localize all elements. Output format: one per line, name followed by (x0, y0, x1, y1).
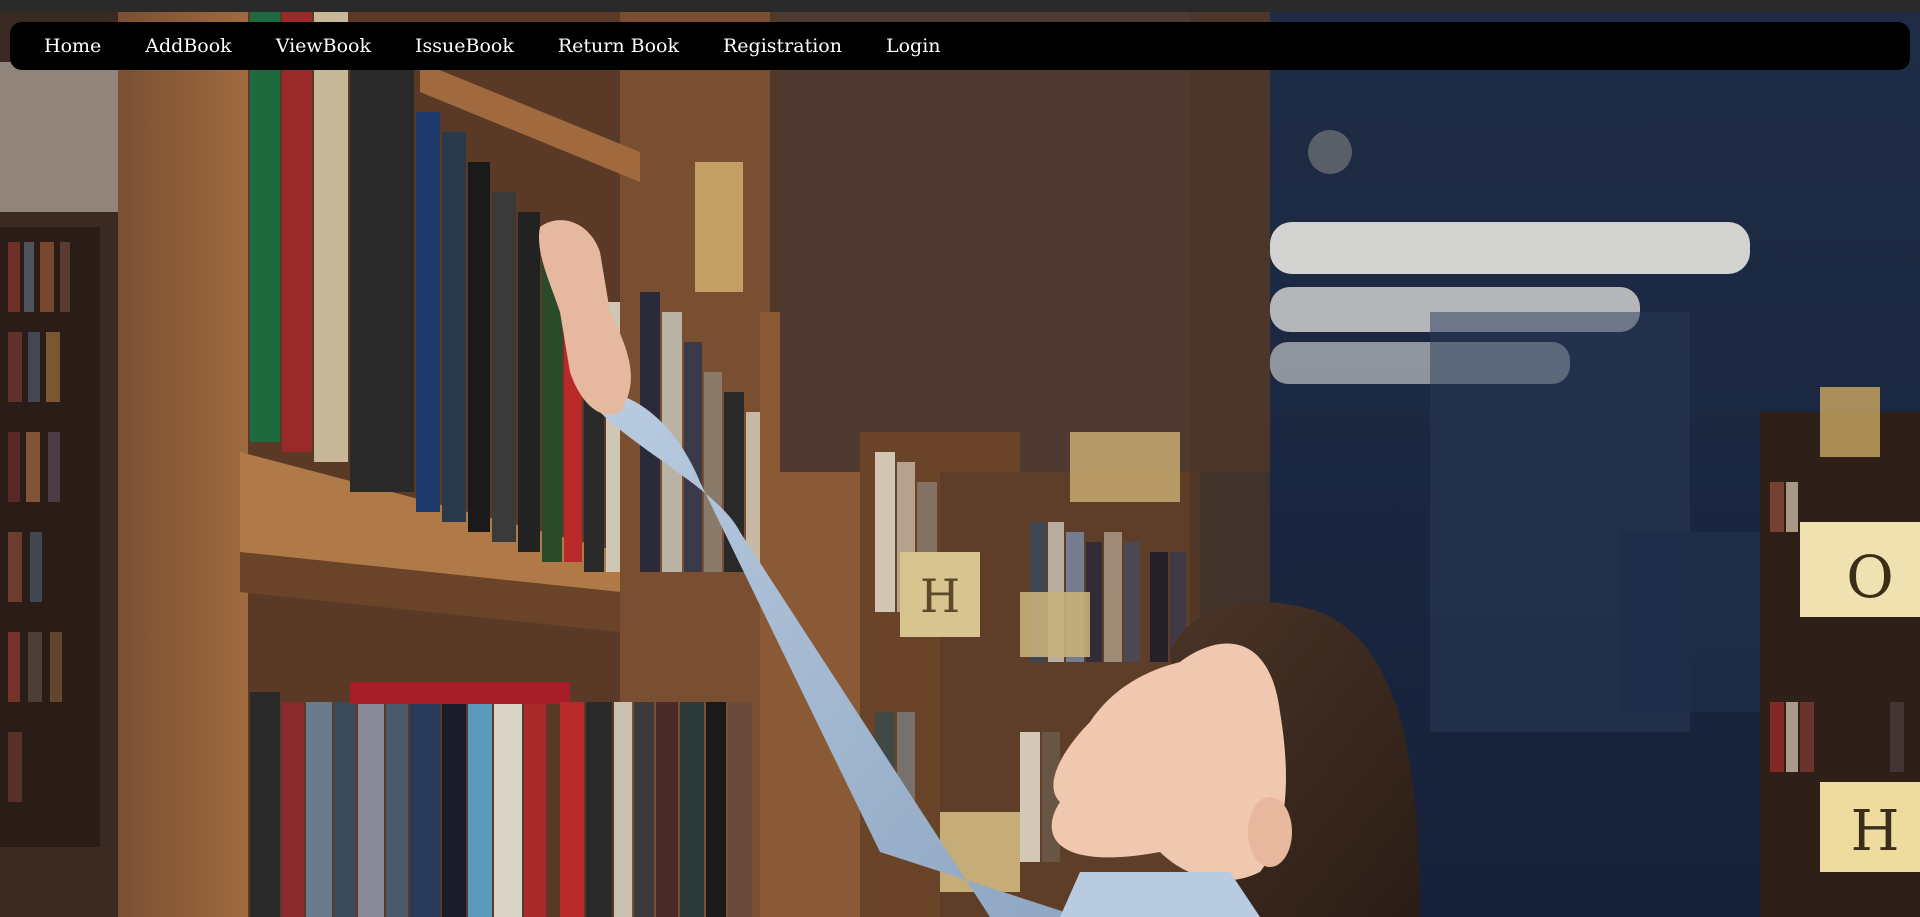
nav-viewbook[interactable]: ViewBook (276, 35, 371, 57)
nav-home[interactable]: Home (44, 35, 101, 57)
main-navbar: Home AddBook ViewBook IssueBook Return B… (10, 22, 1910, 70)
shelf-sign-h: H (1851, 799, 1900, 864)
shelf-sign-o: O (1846, 543, 1894, 611)
svg-text:H: H (920, 569, 960, 623)
hero-background-image: H O H (0, 12, 1920, 917)
nav-addbook[interactable]: AddBook (145, 35, 231, 57)
nav-login[interactable]: Login (886, 35, 941, 57)
library-photo: H O H (0, 12, 1920, 917)
nav-return-book[interactable]: Return Book (558, 35, 679, 57)
nav-registration[interactable]: Registration (723, 35, 842, 57)
nav-issuebook[interactable]: IssueBook (415, 35, 514, 57)
browser-top-strip (0, 0, 1920, 12)
